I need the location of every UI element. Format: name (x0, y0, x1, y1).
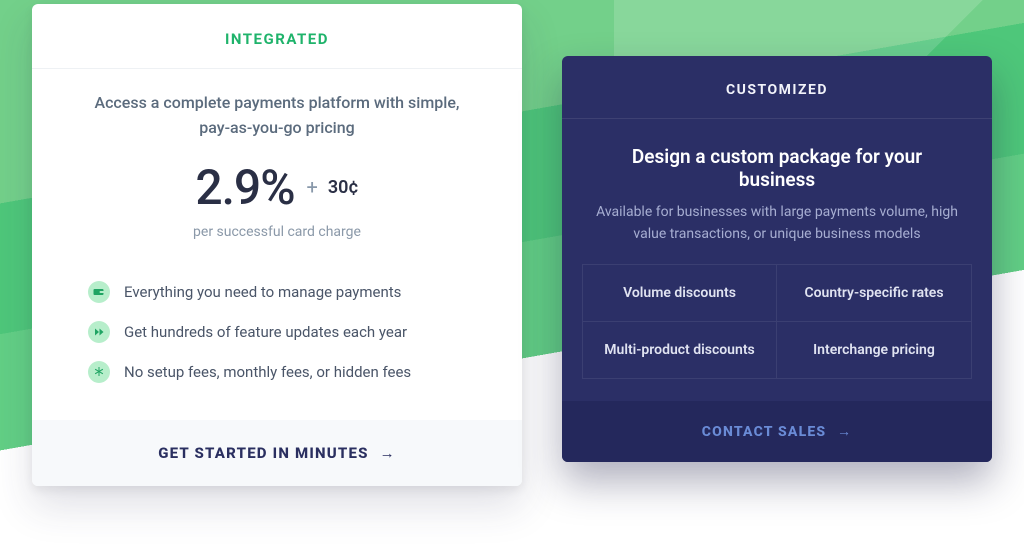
feature-item: No setup fees, monthly fees, or hidden f… (88, 352, 482, 392)
price-plus: + (307, 175, 318, 199)
integrated-price: 2.9% + 30¢ (32, 149, 522, 218)
feature-list: Everything you need to manage payments G… (32, 258, 522, 420)
benefit-cell: Country-specific rates (777, 265, 971, 322)
get-started-button[interactable]: GET STARTED IN MINUTES → (32, 420, 522, 486)
price-flat: 30¢ (328, 177, 359, 198)
benefit-cell: Volume discounts (583, 265, 777, 322)
cta-label: CONTACT SALES (702, 424, 827, 440)
asterisk-icon (88, 361, 110, 383)
feature-text: No setup fees, monthly fees, or hidden f… (124, 363, 411, 381)
feature-item: Everything you need to manage payments (88, 272, 482, 312)
price-percent: 2.9% (195, 159, 294, 216)
price-subtext: per successful card charge (32, 218, 522, 258)
customized-pricing-card: CUSTOMIZED Design a custom package for y… (562, 56, 992, 462)
integrated-header: INTEGRATED (32, 4, 522, 69)
feature-text: Get hundreds of feature updates each yea… (124, 323, 407, 341)
feature-text: Everything you need to manage payments (124, 283, 401, 301)
customized-description: Available for businesses with large paym… (562, 201, 992, 264)
arrow-right-icon: → (837, 423, 852, 440)
wallet-icon (88, 281, 110, 303)
fast-forward-icon (88, 321, 110, 343)
customized-header: CUSTOMIZED (562, 56, 992, 119)
integrated-pricing-card: INTEGRATED Access a complete payments pl… (32, 4, 522, 486)
pricing-cards-row: INTEGRATED Access a complete payments pl… (0, 0, 1024, 486)
customized-title: Design a custom package for your busines… (562, 119, 992, 201)
benefit-cell: Interchange pricing (777, 322, 971, 378)
benefits-grid: Volume discounts Country-specific rates … (582, 264, 972, 379)
feature-item: Get hundreds of feature updates each yea… (88, 312, 482, 352)
cta-label: GET STARTED IN MINUTES (158, 444, 368, 462)
benefit-cell: Multi-product discounts (583, 322, 777, 378)
arrow-right-icon: → (380, 444, 396, 462)
contact-sales-button[interactable]: CONTACT SALES → (562, 401, 992, 462)
integrated-description: Access a complete payments platform with… (32, 69, 522, 149)
